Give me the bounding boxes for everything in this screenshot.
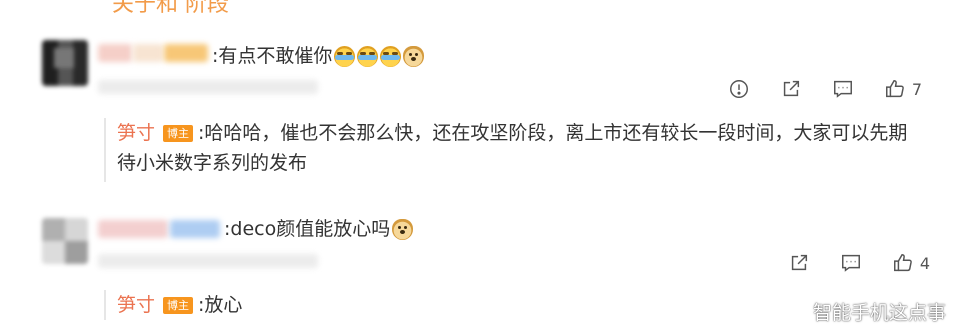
blogger-badge: 博主 [163,125,194,142]
share-icon[interactable] [780,78,802,100]
reply-divider [104,290,106,320]
cropped-previous-text: 关于和 阶段 [112,0,229,17]
blurred-username [98,220,168,238]
like-icon[interactable] [892,252,914,274]
avatar[interactable] [42,40,88,86]
comment-actions: 7 [698,78,922,100]
comment-text: :deco颜值能放心吗 [224,215,414,243]
reply: 笋寸 博主:放心 [117,290,242,320]
comment-actions: 4 [758,252,930,274]
cry-laugh-emoji [334,45,356,67]
share-icon[interactable] [788,252,810,274]
comment-body: :有点不敢催你 [212,45,333,67]
like-count: 4 [919,253,930,273]
blurred-username [170,220,220,238]
blogger-badge: 博主 [163,297,194,314]
reply-author[interactable]: 笋寸 [117,122,155,144]
comment-body: :deco颜值能放心吗 [224,218,391,240]
avatar[interactable] [42,218,88,264]
doge-emoji [403,45,425,67]
blurred-username [164,44,208,62]
reply-author[interactable]: 笋寸 [117,294,155,316]
blurred-username [98,44,132,62]
doge-emoji [392,218,414,240]
blurred-timestamp [98,254,318,268]
like-icon[interactable] [884,78,906,100]
report-icon[interactable] [728,78,750,100]
like-count: 7 [911,79,922,99]
reply: 笋寸 博主:哈哈哈，催也不会那么快，还在攻坚阶段，离上市还有较长一段时间，大家可以… [117,118,927,178]
blurred-timestamp [98,80,318,94]
reply-text: :放心 [198,294,243,316]
watermark: 智能手机这点事 [812,302,946,324]
comment-icon[interactable] [832,78,854,100]
blurred-username [133,44,163,62]
cry-laugh-emoji [357,45,379,67]
reply-divider [104,118,106,182]
cry-laugh-emoji [380,45,402,67]
reply-text-line1: :哈哈哈，催也不会那么快，还在攻坚阶段，离上市还有较长一段时间，大家可以先期 [198,122,908,144]
reply-text-line2: 待小米数字系列的发布 [117,152,308,174]
comment-icon[interactable] [840,252,862,274]
comment-text: :有点不敢催你 [212,42,425,70]
